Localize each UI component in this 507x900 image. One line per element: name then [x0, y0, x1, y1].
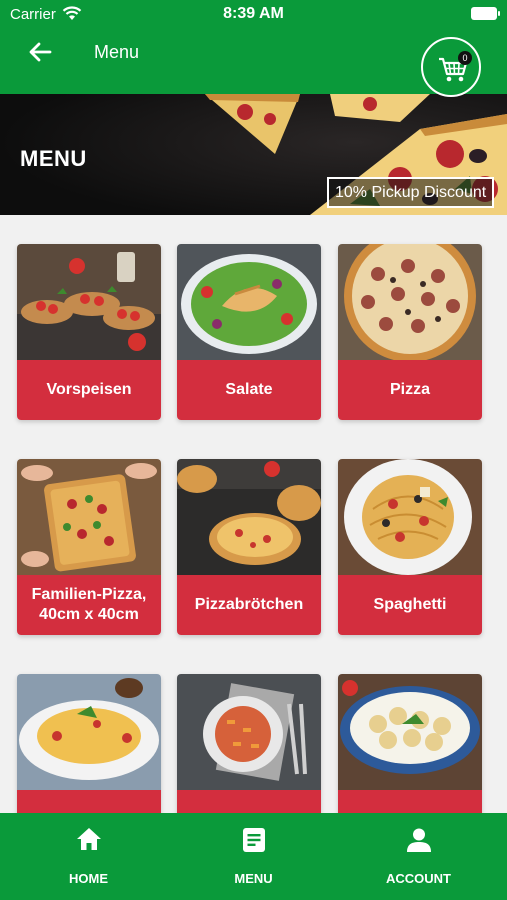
category-label: Vorspeisen	[17, 360, 161, 420]
nav-account-label: ACCOUNT	[386, 871, 451, 886]
page-title: Menu	[94, 42, 140, 62]
category-card-pasta[interactable]	[17, 674, 161, 813]
category-card-familien-pizza[interactable]: Familien-Pizza, 40cm x 40cm	[17, 459, 161, 635]
clock: 8:39 AM	[223, 5, 284, 22]
account-icon	[407, 828, 431, 852]
nav-menu-label: MENU	[234, 871, 273, 886]
family-pizza-image	[17, 459, 161, 575]
category-label	[17, 790, 161, 813]
category-label: Familien-Pizza, 40cm x 40cm	[17, 575, 161, 635]
category-card-spaghetti[interactable]: Spaghetti	[338, 459, 482, 635]
cart-button[interactable]: 0	[421, 37, 481, 97]
salami-pizza-image	[338, 244, 482, 360]
bruschetta-image	[17, 244, 161, 360]
nav-account[interactable]: ACCOUNT	[334, 813, 503, 900]
arrow-left-icon	[29, 42, 52, 62]
nav-menu[interactable]: MENU	[169, 813, 338, 900]
chicken-salad-image	[177, 244, 321, 360]
pizza-rolls-image	[177, 459, 321, 575]
category-label: Spaghetti	[338, 575, 482, 635]
category-card-tortellini[interactable]	[338, 674, 482, 813]
pasta-plate-image	[17, 674, 161, 790]
nav-home[interactable]: HOME	[4, 813, 173, 900]
battery-icon	[471, 7, 500, 20]
menu-list-icon	[243, 828, 265, 852]
category-card-salate[interactable]: Salate	[177, 244, 321, 420]
category-label	[338, 790, 482, 813]
bottom-navigation: HOME MENU ACCOUNT	[0, 813, 507, 900]
status-bar: Carrier 8:39 AM	[0, 0, 507, 28]
back-button[interactable]	[26, 38, 54, 66]
category-card-penne[interactable]	[177, 674, 321, 813]
category-label: Pizzabrötchen	[177, 575, 321, 635]
category-label: Pizza	[338, 360, 482, 420]
category-card-pizza[interactable]: Pizza	[338, 244, 482, 420]
home-icon	[77, 828, 101, 850]
banner-title: MENU	[20, 146, 87, 171]
nav-home-label: HOME	[69, 871, 108, 886]
category-card-vorspeisen[interactable]: Vorspeisen	[17, 244, 161, 420]
tortellini-bowl-image	[338, 674, 482, 790]
category-grid: Vorspeisen Salate Pizza Familien-Pizza, …	[0, 215, 507, 813]
cart-count-badge: 0	[458, 51, 472, 65]
category-label: Salate	[177, 360, 321, 420]
spaghetti-plate-image	[338, 459, 482, 575]
category-label	[177, 790, 321, 813]
category-card-pizzabroetchen[interactable]: Pizzabrötchen	[177, 459, 321, 635]
pickup-discount-badge: 10% Pickup Discount	[327, 177, 495, 208]
penne-plate-image	[177, 674, 321, 790]
